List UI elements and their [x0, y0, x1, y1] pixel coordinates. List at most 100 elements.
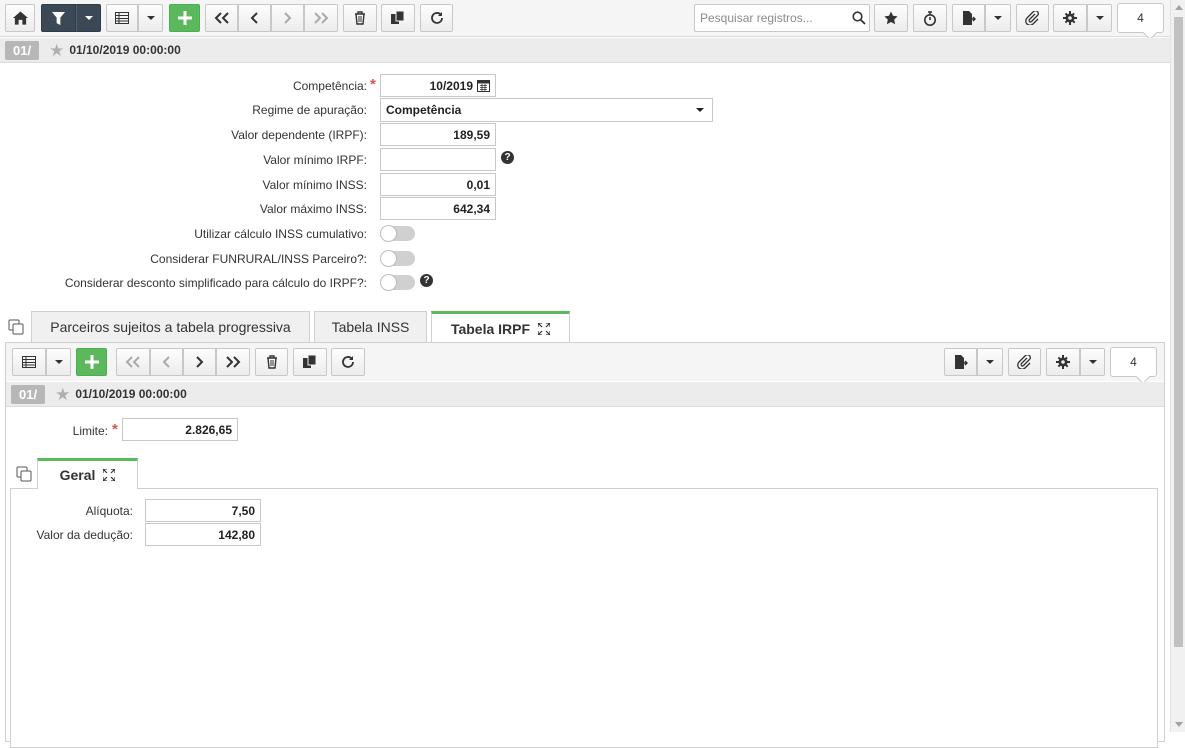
vertical-scrollbar[interactable]	[1170, 0, 1185, 732]
last-record-button[interactable]	[216, 348, 250, 376]
calendar-icon[interactable]	[477, 79, 490, 92]
valor-minimo-inss-field[interactable]: 0,01	[380, 173, 496, 196]
chevron-right-icon	[196, 356, 204, 368]
funrural-toggle[interactable]	[380, 250, 415, 267]
delete-button[interactable]	[343, 4, 377, 32]
home-icon	[12, 11, 28, 25]
filter-icon	[52, 11, 65, 25]
refresh-button[interactable]	[331, 348, 365, 376]
tab-tabela-inss[interactable]: Tabela INSS	[314, 311, 427, 342]
star-icon	[884, 11, 898, 25]
settings-dropdown-button[interactable]	[1087, 4, 1112, 32]
grid-view-button[interactable]	[12, 348, 46, 376]
desconto-simplificado-toggle[interactable]	[380, 274, 415, 291]
competencia-field[interactable]: 10/2019	[380, 74, 496, 97]
star-icon[interactable]: ★	[55, 386, 70, 403]
grid-view-button[interactable]	[106, 4, 138, 32]
previous-record-button[interactable]	[150, 348, 183, 376]
add-record-button[interactable]	[169, 4, 200, 32]
settings-button[interactable]	[1053, 4, 1087, 32]
next-record-button[interactable]	[271, 4, 304, 32]
competencia-value: 10/2019	[429, 78, 473, 93]
tab-parceiros[interactable]: Parceiros sujeitos a tabela progressiva	[31, 311, 310, 342]
grid-view-dropdown-button[interactable]	[46, 348, 71, 376]
tab-geral[interactable]: Geral	[37, 458, 138, 489]
add-record-button[interactable]	[76, 348, 107, 376]
chevron-down-icon	[1088, 360, 1097, 364]
copy-icon[interactable]	[16, 466, 32, 482]
report-dropdown-button[interactable]	[985, 4, 1011, 32]
scroll-up-icon[interactable]	[1175, 5, 1183, 10]
search-icon[interactable]	[852, 11, 866, 25]
duplicate-button[interactable]	[381, 4, 415, 32]
refresh-button[interactable]	[420, 4, 453, 32]
regime-select[interactable]: Competência	[380, 98, 713, 122]
double-chevron-right-icon	[226, 356, 241, 368]
sub-record-header: 01/ ★ 01/10/2019 00:00:00	[6, 382, 1164, 407]
attachment-button[interactable]	[1016, 4, 1049, 32]
gear-icon	[1063, 11, 1077, 25]
home-button[interactable]	[5, 4, 35, 32]
expand-icon[interactable]	[103, 469, 116, 481]
favorite-button[interactable]	[874, 4, 908, 32]
help-icon[interactable]: ?	[501, 151, 514, 164]
help-icon[interactable]: ?	[420, 274, 433, 287]
valor-minimo-irpf-field[interactable]	[380, 148, 496, 171]
double-chevron-left-icon	[125, 356, 140, 368]
report-button[interactable]	[952, 4, 985, 32]
chevron-left-icon	[162, 356, 170, 368]
next-record-button[interactable]	[183, 348, 216, 376]
regime-label: Regime de apuração:	[252, 103, 367, 117]
scrollbar-thumb[interactable]	[1174, 17, 1183, 647]
inss-cumulativo-toggle[interactable]	[380, 225, 415, 242]
chevron-down-icon	[146, 16, 155, 20]
previous-record-button[interactable]	[238, 4, 271, 32]
valor-maximo-inss-label: Valor máximo INSS:	[259, 202, 367, 216]
duplicate-button[interactable]	[293, 348, 327, 376]
valor-minimo-irpf-label: Valor mínimo IRPF:	[263, 153, 367, 167]
delete-button[interactable]	[255, 348, 288, 376]
double-chevron-right-icon	[314, 12, 329, 24]
chevron-down-icon	[1095, 16, 1104, 20]
timer-button[interactable]	[913, 4, 947, 32]
file-export-icon	[954, 355, 968, 369]
report-button[interactable]	[944, 348, 977, 376]
settings-button[interactable]	[1046, 348, 1080, 376]
valor-maximo-inss-field[interactable]: 642,34	[380, 197, 496, 220]
chevron-left-icon	[250, 12, 258, 24]
filter-dropdown-button[interactable]	[76, 4, 101, 32]
valor-minimo-inss-label: Valor mínimo INSS:	[262, 178, 367, 192]
tab-tabela-irpf[interactable]: Tabela IRPF	[431, 311, 570, 343]
chevron-down-icon	[696, 108, 704, 112]
last-record-button[interactable]	[304, 4, 338, 32]
chevron-down-icon	[986, 360, 994, 364]
expand-icon[interactable]	[538, 322, 551, 335]
settings-dropdown-button[interactable]	[1080, 348, 1105, 376]
limite-field[interactable]: 2.826,65	[122, 418, 238, 441]
filter-button[interactable]	[41, 4, 76, 32]
copy-icon[interactable]	[8, 319, 24, 335]
aliquota-field[interactable]: 7,50	[145, 499, 261, 522]
deducao-label: Valor da dedução:	[36, 528, 133, 542]
tab-label: Tabela INSS	[331, 319, 410, 335]
required-marker: *	[370, 76, 376, 93]
deducao-field[interactable]: 142,80	[145, 523, 261, 546]
first-record-button[interactable]	[116, 348, 150, 376]
scroll-down-icon[interactable]	[1175, 722, 1183, 727]
attachment-button[interactable]	[1008, 348, 1041, 376]
plus-icon	[84, 355, 99, 369]
valor-dependente-field[interactable]: 189,59	[380, 123, 496, 146]
tab-label: Parceiros sujeitos a tabela progressiva	[50, 319, 291, 335]
record-date: 01/10/2019 00:00:00	[75, 387, 187, 401]
search-input[interactable]	[698, 10, 848, 26]
stopwatch-icon	[924, 10, 936, 26]
report-dropdown-button[interactable]	[977, 348, 1003, 376]
grid-view-dropdown-button[interactable]	[138, 4, 163, 32]
regime-value: Competência	[386, 103, 462, 117]
first-record-button[interactable]	[205, 4, 238, 32]
grid-icon	[22, 356, 36, 368]
star-icon[interactable]: ★	[49, 42, 64, 59]
record-count: 4	[1117, 3, 1164, 33]
copy-icon	[303, 355, 317, 368]
required-marker: *	[112, 421, 118, 438]
